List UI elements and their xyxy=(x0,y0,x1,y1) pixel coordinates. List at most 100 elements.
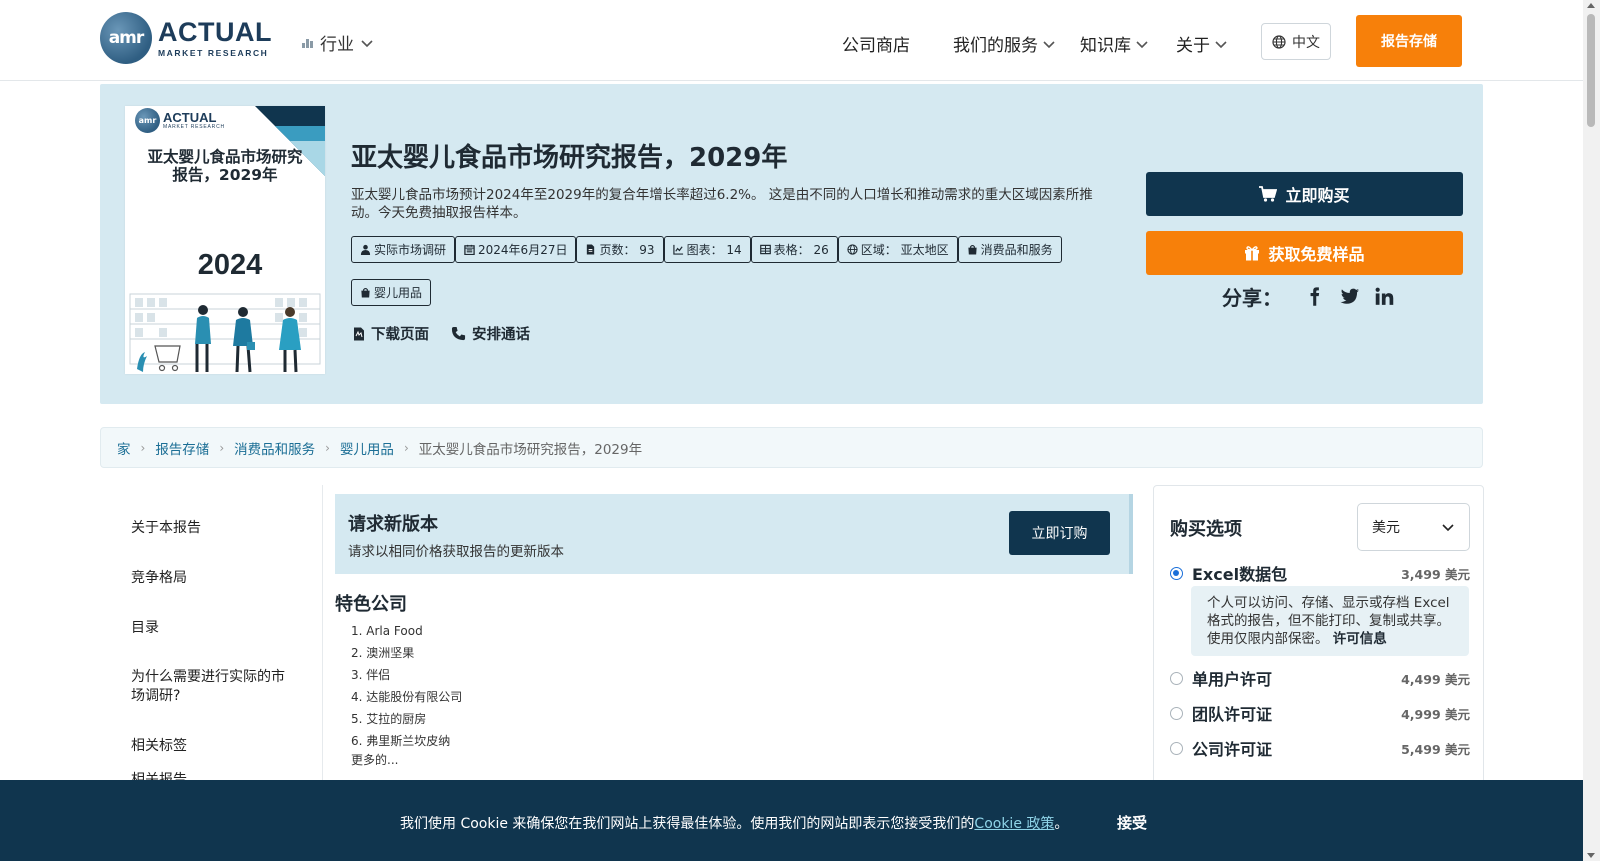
chevron-down-icon xyxy=(361,39,373,47)
industry-chart-icon xyxy=(302,37,314,48)
sidebar-item-why-research[interactable]: 为什么需要进行实际的市场调研? xyxy=(131,668,291,706)
globe-icon xyxy=(1272,34,1286,49)
license-option-single-user[interactable]: 单用户许可 4,499 美元 xyxy=(1170,666,1470,690)
bag-icon xyxy=(361,287,370,298)
chevron-right-icon: › xyxy=(325,440,330,455)
pdf-file-icon xyxy=(354,327,364,340)
list-item: 5. 艾拉的厨房 xyxy=(351,712,427,726)
cover-shoppers-illustration xyxy=(129,293,321,373)
currency-select[interactable]: 美元 xyxy=(1357,503,1470,551)
license-option-corporate[interactable]: 公司许可证 5,499 美元 xyxy=(1170,736,1470,760)
user-icon xyxy=(360,244,371,255)
scroll-down-arrow-icon[interactable] xyxy=(1587,853,1595,858)
request-subtitle: 请求以相同价格获取报告的更新版本 xyxy=(348,544,564,560)
radio[interactable] xyxy=(1170,671,1183,685)
chevron-down-icon xyxy=(1136,40,1148,48)
page-scrollbar[interactable] xyxy=(1583,0,1600,861)
sidebar-item-toc[interactable]: 目录 xyxy=(131,619,291,638)
cookie-accept-button[interactable]: 接受 xyxy=(1117,812,1147,833)
chevron-right-icon: › xyxy=(219,440,225,455)
report-title: 亚太婴儿食品市场研究报告，2029年 xyxy=(351,143,788,173)
breadcrumb-current: 亚太婴儿食品市场研究报告，2029年 xyxy=(418,441,643,458)
language-label: 中文 xyxy=(1292,34,1320,51)
nav-about[interactable]: 关于 xyxy=(1176,31,1228,56)
chevron-down-icon xyxy=(1215,40,1227,48)
list-item: 3. 伴侣 xyxy=(351,668,391,682)
nav-our-services[interactable]: 我们的服务 xyxy=(953,31,1056,56)
license-option-team[interactable]: 团队许可证 4,999 美元 xyxy=(1170,701,1470,725)
excel-license-description: 个人可以访问、存储、显示或存档 Excel 格式的报告，但不能打印、复制或共享。… xyxy=(1191,586,1469,656)
tag-charts[interactable]: 图表： 14 xyxy=(663,236,751,263)
more-companies-link[interactable]: 更多的... xyxy=(351,751,398,768)
report-store-button[interactable]: 报告存储 xyxy=(1356,15,1462,67)
report-meta-tags: 实际市场调研 2024年6月27日 页数： 93 图表： 14 表格： 26 区… xyxy=(351,236,1121,306)
buy-now-button[interactable]: 立即购买 xyxy=(1146,172,1463,216)
list-item: 6. 弗里斯兰坎皮纳 xyxy=(351,734,451,748)
gift-icon xyxy=(1245,246,1260,261)
tag-region[interactable]: 区域： 亚太地区 xyxy=(837,236,958,263)
breadcrumb-report-store[interactable]: 报告存储 xyxy=(155,438,209,458)
cover-year: 2024 xyxy=(197,249,263,281)
sidebar-item-about[interactable]: 关于本报告 xyxy=(131,519,291,538)
cart-icon xyxy=(1259,186,1278,202)
twitter-icon[interactable] xyxy=(1339,286,1360,307)
list-item: 2. 澳洲坚果 xyxy=(351,646,415,660)
sidebar-item-competition[interactable]: 竞争格局 xyxy=(131,569,291,588)
logo-subtitle: MARKET RESEARCH xyxy=(158,47,269,58)
tag-date[interactable]: 2024年6月27日 xyxy=(455,236,577,263)
chevron-down-icon xyxy=(1442,524,1454,532)
purchase-options-panel: 购买选项 美元 Excel数据包 3,499 美元 个人可以访问、存储、显示或存… xyxy=(1153,485,1484,805)
cover-logo-subtitle: MARKET RESEARCH xyxy=(163,124,225,130)
tag-category[interactable]: 消费品和服务 xyxy=(957,236,1062,263)
download-page-link[interactable]: 下载页面 xyxy=(353,323,429,344)
pages-icon xyxy=(587,244,595,255)
bag-icon xyxy=(967,244,977,255)
schedule-call-link[interactable]: 安排通话 xyxy=(451,323,530,344)
nav-industry-dropdown[interactable]: 行业 xyxy=(302,30,374,55)
phone-icon xyxy=(451,326,466,341)
report-description: 亚太婴儿食品市场预计2024年至2029年的复合年增长率超过6.2%。 这是由不… xyxy=(351,187,1093,221)
scroll-up-arrow-icon[interactable] xyxy=(1587,3,1595,8)
table-icon xyxy=(759,244,771,255)
radio[interactable] xyxy=(1170,706,1183,720)
cookie-banner: 我们使用 Cookie 来确保您在我们网站上获得最佳体验。使用我们的网站即表示您… xyxy=(0,780,1583,861)
tag-publisher[interactable]: 实际市场调研 xyxy=(351,236,456,263)
facebook-icon[interactable] xyxy=(1304,286,1325,307)
tag-subcategory[interactable]: 婴儿用品 xyxy=(351,279,432,306)
breadcrumb-home[interactable]: 家 xyxy=(117,438,131,458)
chart-icon xyxy=(672,244,683,255)
scroll-thumb[interactable] xyxy=(1587,14,1595,127)
chevron-right-icon: › xyxy=(403,440,409,455)
site-logo[interactable]: amr ACTUAL MARKET RESEARCH xyxy=(100,12,272,64)
radio-selected[interactable] xyxy=(1170,566,1183,580)
sidebar-item-related-tags[interactable]: 相关标签 xyxy=(131,737,291,756)
license-option-excel[interactable]: Excel数据包 3,499 美元 xyxy=(1170,561,1470,585)
linkedin-icon[interactable] xyxy=(1374,286,1395,307)
share-bar: 分享： xyxy=(1222,282,1395,311)
request-title: 请求新版本 xyxy=(348,514,438,535)
list-item: 1. Arla Food xyxy=(351,624,423,638)
order-now-button[interactable]: 立即订购 xyxy=(1009,511,1110,555)
breadcrumb-baby-products[interactable]: 婴儿用品 xyxy=(340,438,394,458)
free-sample-button[interactable]: 获取免费样品 xyxy=(1146,231,1463,275)
report-hero: amr ACTUAL MARKET RESEARCH 亚太婴儿食品市场研究报告，… xyxy=(100,84,1483,404)
tag-tables[interactable]: 表格： 26 xyxy=(750,236,838,263)
request-new-version-box: 请求新版本 请求以相同价格获取报告的更新版本 立即订购 xyxy=(335,494,1133,574)
featured-companies-list: 1. Arla Food 2. 澳洲坚果 3. 伴侣 4. 达能股份有限公司 5… xyxy=(351,620,462,752)
logo-globe-icon: amr xyxy=(100,12,152,64)
license-info-link[interactable]: 许可信息 xyxy=(1333,631,1387,647)
language-selector[interactable]: 中文 xyxy=(1261,23,1331,60)
tag-pages[interactable]: 页数： 93 xyxy=(576,236,664,263)
radio[interactable] xyxy=(1170,741,1183,755)
cookie-policy-link[interactable]: Cookie 政策 xyxy=(974,816,1054,832)
report-cover-image: amr ACTUAL MARKET RESEARCH 亚太婴儿食品市场研究报告，… xyxy=(125,106,325,374)
breadcrumb-consumer-goods[interactable]: 消费品和服务 xyxy=(234,438,315,458)
globe-icon xyxy=(847,244,858,255)
nav-company-store[interactable]: 公司商店 xyxy=(842,31,910,56)
currency-value: 美元 xyxy=(1372,520,1400,536)
site-header: amr ACTUAL MARKET RESEARCH 行业 公司商店 我们的服务… xyxy=(0,0,1583,81)
nav-knowledge-base[interactable]: 知识库 xyxy=(1080,31,1149,56)
chevron-down-icon xyxy=(1043,40,1055,48)
purchase-options-title: 购买选项 xyxy=(1170,519,1242,540)
list-item: 4. 达能股份有限公司 xyxy=(351,690,463,704)
